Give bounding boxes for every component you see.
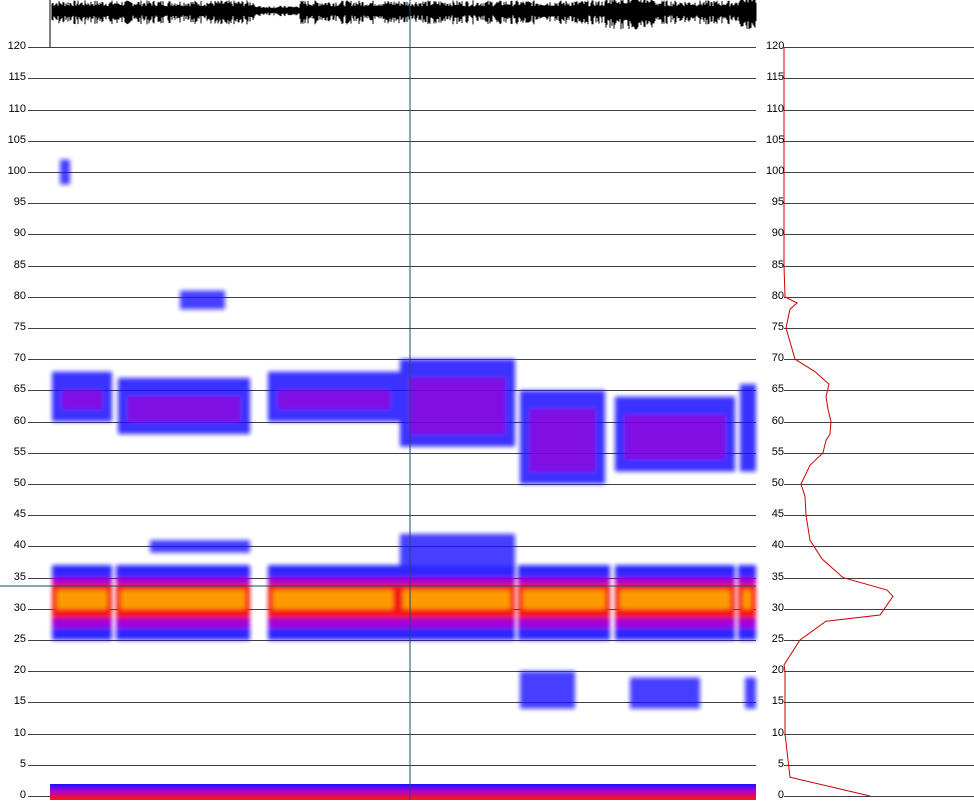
spectrogram-energy-region [180, 290, 225, 310]
right-axis-tick-label: 20 [771, 664, 784, 677]
left-axis-tick-label: 0 [19, 789, 26, 801]
spectrogram-energy-region [400, 533, 515, 566]
spectrogram-energy-region [520, 671, 575, 709]
right-axis-tick-label: 110 [766, 102, 784, 115]
left-axis-tick-label: 90 [13, 227, 26, 240]
left-axis-tick-label: 20 [13, 664, 26, 677]
spectrogram-energy-region [60, 159, 70, 185]
waveform-icon [51, 0, 757, 30]
left-axis-tick-label: 120 [7, 40, 26, 53]
right-axis-tick-label: 45 [771, 508, 784, 521]
spectrogram-energy-region [273, 590, 393, 609]
left-axis-tick-label: 5 [19, 757, 26, 770]
left-axis-tick-label: 100 [7, 165, 26, 177]
right-axis-tick-label: 25 [771, 633, 784, 645]
left-axis-tick-label: 15 [13, 695, 26, 708]
left-axis-tick-label: 115 [8, 71, 26, 84]
spectrogram-energy-region [121, 590, 245, 609]
spectrogram-energy-region [630, 677, 700, 709]
spectrogram-energy-region [740, 384, 756, 472]
right-axis-tick-label: 60 [771, 414, 784, 427]
left-axis-tick-label: 75 [13, 321, 26, 333]
left-axis-tick-label: 95 [13, 196, 26, 209]
right-axis-tick-label: 30 [771, 601, 784, 614]
right-axis-tick-label: 80 [771, 289, 784, 302]
right-axis-tick-label: 100 [766, 165, 785, 177]
spectrogram-energy-region [625, 415, 725, 460]
spectrogram-energy-region [530, 409, 595, 472]
left-axis-tick-label: 65 [13, 383, 26, 396]
spectrogram-heatmap [52, 159, 756, 709]
spectrogram-energy-region [403, 590, 510, 609]
left-axis-tick-label: 70 [13, 352, 26, 365]
spectrogram-energy-region [743, 590, 751, 609]
right-axis-tick-label: 95 [771, 196, 784, 209]
left-axis-tick-label: 110 [8, 102, 26, 115]
right-axis-tick-label: 85 [771, 258, 784, 271]
right-axis-tick-label: 50 [771, 477, 784, 489]
right-axis-tick-label: 120 [766, 40, 785, 53]
right-axis-tick-label: 70 [771, 352, 784, 365]
right-axis-tick-label: 0 [777, 789, 784, 801]
right-axis-tick-label: 35 [771, 570, 784, 583]
left-axis-tick-label: 30 [13, 601, 26, 614]
left-axis-tick-label: 40 [13, 539, 26, 552]
left-axis-tick-label: 55 [13, 445, 26, 458]
spectrogram-energy-region [57, 590, 107, 609]
right-axis-tick-label: 105 [766, 133, 785, 146]
spectrogram-canvas[interactable] [0, 0, 974, 800]
right-axis-tick-label: 90 [771, 227, 784, 240]
right-axis-tick-label: 15 [771, 695, 784, 708]
left-axis-tick-label: 60 [13, 414, 26, 427]
left-axis-tick-label: 50 [13, 477, 26, 489]
spectrogram-energy-region [523, 590, 605, 609]
spectrum-line [783, 47, 894, 797]
spectrogram-energy-region [62, 390, 102, 410]
spectrogram-energy-region [745, 677, 756, 709]
right-axis-tick-label: 55 [771, 445, 784, 458]
right-axis-tick-label: 40 [771, 539, 784, 552]
left-axis-tick-label: 10 [13, 726, 26, 739]
right-axis-tick-label: 115 [766, 71, 784, 84]
left-axis-tick-label: 105 [7, 133, 26, 146]
left-axis-tick-label: 80 [13, 289, 26, 302]
right-axis-tick-label: 10 [771, 726, 784, 739]
left-axis-tick-label: 35 [13, 570, 26, 583]
waveform-panel[interactable] [49, 0, 757, 47]
spectrogram-energy-region [620, 590, 730, 609]
baseline-energy-band [50, 784, 756, 800]
left-axis-tick-label: 85 [13, 258, 26, 271]
spectrum-grid [784, 47, 974, 797]
left-axis-tick-label: 45 [13, 508, 26, 521]
left-axis-tick-label: 25 [13, 633, 26, 645]
spectrogram-energy-region [150, 540, 250, 553]
spectrogram-energy-region [278, 390, 390, 410]
spectrogram-viewer: 120 115 110 105 100 95 90 85 80 75 70 65 60 55 50 45 40 3… [0, 0, 974, 801]
right-axis-tick-label: 75 [771, 321, 784, 333]
spectrogram-energy-region [128, 396, 240, 422]
right-axis-tick-label: 65 [771, 383, 784, 396]
right-axis-tick-label: 5 [777, 757, 784, 770]
spectrogram-energy-region [410, 377, 505, 435]
